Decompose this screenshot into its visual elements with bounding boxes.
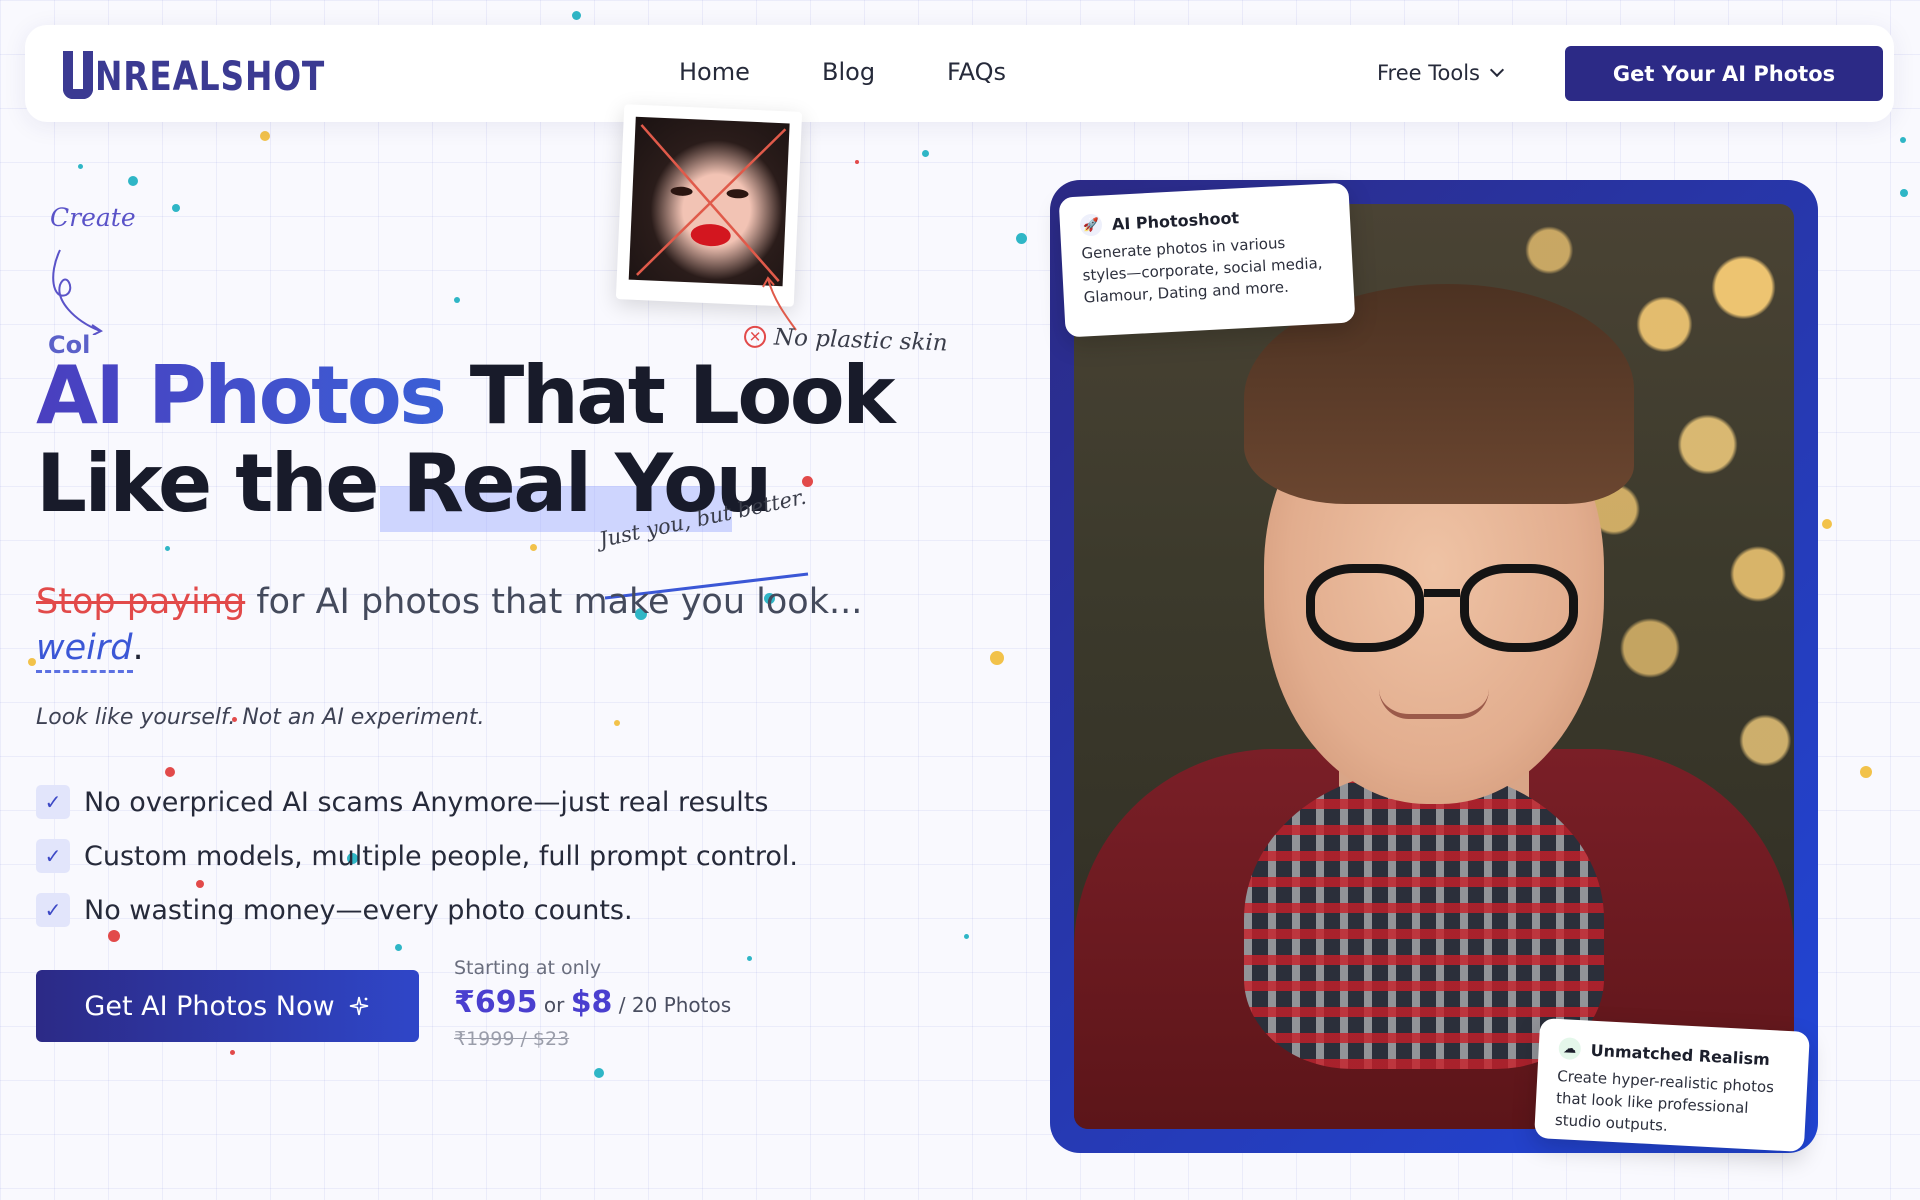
- confetti-dot: [990, 651, 1004, 665]
- nav-link-home[interactable]: Home: [679, 58, 750, 86]
- sub-strike: Stop paying: [36, 582, 246, 622]
- unmatched-realism-card: ☁ Unmatched Realism Create hyper-realist…: [1534, 1018, 1810, 1152]
- logo[interactable]: NREALSHOT: [63, 49, 376, 99]
- free-tools-dropdown[interactable]: Free Tools: [1377, 61, 1505, 85]
- subheadline-weird: weird.: [36, 628, 144, 673]
- confetti-dot: [172, 204, 180, 212]
- x-circle-icon: ✕: [743, 325, 767, 349]
- cloud-icon: ☁: [1558, 1037, 1582, 1061]
- sub-period: .: [132, 628, 144, 668]
- chevron-down-icon: [1489, 62, 1505, 78]
- confetti-dot: [572, 11, 581, 20]
- confetti-dot: [594, 1068, 604, 1078]
- confetti-dot: [614, 720, 620, 726]
- feature-text: Custom models, multiple people, full pro…: [84, 840, 798, 872]
- smile-shape: [1379, 689, 1489, 719]
- price-or: or: [537, 993, 571, 1017]
- confetti-dot: [964, 934, 969, 939]
- hero-portrait-image: [1074, 204, 1794, 1129]
- feature-text: No wasting money—every photo counts.: [84, 894, 633, 926]
- cta-label: Get AI Photos Now: [84, 990, 335, 1022]
- sub-weird: weird: [36, 628, 133, 673]
- confetti-dot: [1900, 137, 1906, 143]
- confetti-dot: [128, 176, 138, 186]
- realism-text: Create hyper-realistic photos that look …: [1554, 1066, 1775, 1135]
- top-nav: NREALSHOT Home Blog FAQs Free Tools Get …: [25, 25, 1894, 122]
- price-inr: ₹695: [454, 985, 538, 1020]
- realism-title: Unmatched Realism: [1590, 1040, 1771, 1069]
- confetti-dot: [1900, 189, 1908, 197]
- confetti-dot: [855, 160, 859, 164]
- feature-item: ✓ No wasting money—every photo counts.: [36, 883, 798, 937]
- nav-link-faqs[interactable]: FAQs: [947, 58, 1006, 86]
- free-tools-label: Free Tools: [1377, 61, 1480, 85]
- confetti-dot: [1016, 233, 1027, 244]
- sub-rest: for AI photos that make you look...: [245, 582, 863, 622]
- confetti-dot: [395, 944, 402, 951]
- feature-list: ✓ No overpriced AI scams Anymore—just re…: [36, 775, 798, 937]
- logo-text: NREALSHOT: [95, 54, 326, 100]
- feature-item: ✓ Custom models, multiple people, full p…: [36, 829, 798, 883]
- get-ai-photos-now-button[interactable]: Get AI Photos Now: [36, 970, 419, 1042]
- price-main: ₹695 or $8 / 20 Photos: [454, 985, 731, 1020]
- glasses-lens-right: [1460, 564, 1578, 652]
- feature-item: ✓ No overpriced AI scams Anymore—just re…: [36, 775, 798, 829]
- photoshoot-text: Generate photos in various styles—corpor…: [1081, 233, 1323, 307]
- confetti-dot: [1822, 519, 1832, 529]
- glasses-lens-left: [1306, 564, 1424, 652]
- sparkle-icon: [349, 996, 368, 1016]
- doodle-create: Create: [50, 203, 136, 232]
- headline-rest: That Look: [444, 349, 896, 442]
- feature-text: No overpriced AI scams Anymore—just real…: [84, 786, 769, 818]
- confetti-dot: [78, 164, 83, 169]
- confetti-dot: [922, 150, 929, 157]
- confetti-dot: [454, 297, 460, 303]
- get-your-ai-photos-button[interactable]: Get Your AI Photos: [1565, 46, 1883, 101]
- confetti-dot: [260, 131, 270, 141]
- check-icon: ✓: [36, 785, 70, 819]
- confetti-dot: [28, 658, 36, 666]
- price-old: ₹1999 / $23: [454, 1028, 570, 1050]
- confetti-dot: [530, 544, 537, 551]
- confetti-dot: [1860, 766, 1872, 778]
- logo-u-mark: [63, 51, 93, 99]
- price-label: Starting at only: [454, 957, 602, 979]
- confetti-dot: [165, 546, 170, 551]
- headline-line2: Like the: [36, 437, 403, 530]
- confetti-dot: [230, 1050, 235, 1055]
- plastic-skin-example-image: [628, 116, 790, 287]
- tagline: Look like yourself. Not an AI experiment…: [36, 705, 485, 730]
- ai-photoshoot-card: 🚀 AI Photoshoot Generate photos in vario…: [1058, 182, 1356, 338]
- confetti-dot: [747, 956, 752, 961]
- glasses-bridge: [1424, 589, 1460, 597]
- nav-link-blog[interactable]: Blog: [822, 58, 875, 86]
- cross-out-icon: [636, 124, 787, 282]
- check-icon: ✓: [36, 893, 70, 927]
- subheadline: Stop paying for AI photos that make you …: [36, 582, 862, 622]
- rocket-icon: 🚀: [1079, 213, 1103, 237]
- price-usd: $8: [570, 985, 613, 1020]
- curly-arrow-icon: [52, 249, 103, 335]
- headline-accent: AI Photos: [36, 349, 447, 442]
- photoshoot-title: AI Photoshoot: [1111, 207, 1240, 234]
- check-icon: ✓: [36, 839, 70, 873]
- price-suffix: / 20 Photos: [612, 993, 732, 1017]
